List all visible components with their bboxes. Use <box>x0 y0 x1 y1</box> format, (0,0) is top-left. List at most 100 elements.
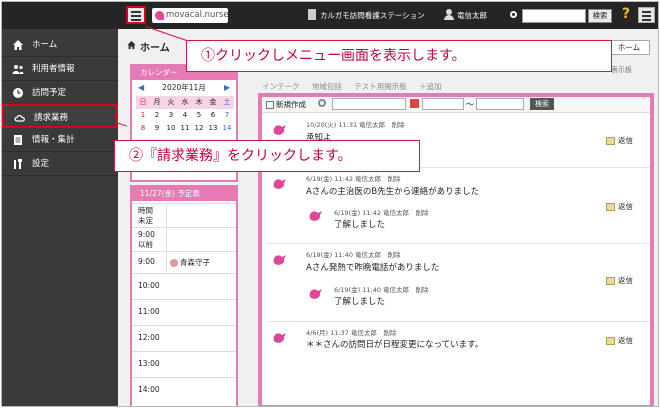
schedule-row[interactable]: 9:00 青森守子 <box>132 251 236 273</box>
sidebar-item-home[interactable]: ホーム <box>2 33 118 57</box>
schedule-time: 11:00 <box>138 307 160 316</box>
post-meta-text: 10/20(火) 11:31 竜信太郎 <box>306 121 386 129</box>
tab-intake[interactable]: インテーク <box>262 82 300 91</box>
tab-test-board[interactable]: テスト用掲示板 <box>354 82 407 91</box>
delete-link[interactable]: 削除 <box>383 329 396 337</box>
post-divider <box>268 321 650 322</box>
user-icon <box>444 9 454 20</box>
calendar-day[interactable]: 9 <box>150 122 164 135</box>
secondary-menu-button[interactable] <box>638 7 655 23</box>
calendar-day[interactable]: 13 <box>206 122 220 135</box>
delete-link[interactable]: 削除 <box>388 175 401 183</box>
weekday-label: 土 <box>220 96 234 109</box>
keyword-input[interactable] <box>332 98 406 110</box>
reply-button[interactable]: 返信 <box>606 135 633 146</box>
schedule-row[interactable]: 9:00 以前 <box>132 227 236 251</box>
calendar-day[interactable]: 5 <box>192 109 206 122</box>
list-icon-line <box>642 19 651 21</box>
sidebar-item-label: 情報・集計 <box>32 135 75 145</box>
delete-link[interactable]: 削除 <box>392 121 405 129</box>
reply-icon <box>606 277 615 285</box>
calendar-day[interactable]: 4 <box>178 109 192 122</box>
hamburger-icon-line <box>131 15 141 17</box>
post-meta-text: 6/19(金) 11:40 竜信太郎 <box>306 251 382 259</box>
schedule-time: 13:00 <box>138 359 160 368</box>
board-label: 表示板 <box>611 66 632 74</box>
global-search-button[interactable]: 検索 <box>588 9 612 23</box>
brand-logo[interactable]: movacal.nurse <box>152 8 229 23</box>
schedule-time: 9:00 <box>138 257 155 266</box>
post-meta-text: 4/6(月) 11:37 竜信太郎 <box>306 329 377 337</box>
brand-name: movacal.nurse <box>166 10 229 20</box>
tab-community[interactable]: 地域包括 <box>312 82 342 91</box>
schedule-row[interactable]: 時間 未定 <box>132 203 236 227</box>
date-to-input[interactable] <box>476 98 524 110</box>
home-button[interactable]: ホーム <box>608 40 650 55</box>
calendar-day[interactable]: 2 <box>150 109 164 122</box>
calendar-day[interactable]: 3 <box>164 109 178 122</box>
user-icon-body <box>444 15 454 20</box>
document-icon <box>14 135 22 145</box>
calendar-day[interactable]: 11 <box>178 122 192 135</box>
schedule-row[interactable]: 10:00 <box>132 273 236 299</box>
delete-link[interactable]: 削除 <box>416 209 429 217</box>
schedule-divider <box>166 252 167 273</box>
post-meta: 6/19(金) 11:42 竜信太郎 削除 <box>306 173 401 183</box>
calendar-day[interactable]: 7 <box>220 109 234 122</box>
hamburger-icon <box>131 11 141 13</box>
sidebar-item-visit-schedule[interactable]: 訪問予定 <box>2 81 118 105</box>
post-meta-text: 6/19(金) 11:42 竜信太郎 <box>306 175 382 183</box>
calendar-day[interactable]: 12 <box>192 122 206 135</box>
new-post-button[interactable]: 新規作成 <box>266 99 306 110</box>
bird-avatar-icon <box>273 255 286 265</box>
schedule-row[interactable]: 11:00 <box>132 299 236 325</box>
callout-step-1: ①クリックしメニュー画面を表示します。 <box>186 40 612 72</box>
calendar-day[interactable]: 8 <box>136 122 150 135</box>
calendar-day[interactable]: 14 <box>220 122 234 135</box>
post-meta: 4/6(月) 11:37 竜信太郎 削除 <box>306 327 396 337</box>
schedule-row[interactable]: 14:00 <box>132 377 236 405</box>
patient-icon <box>170 259 178 267</box>
global-search-input[interactable] <box>522 9 586 23</box>
schedule-time: 14:00 <box>138 385 160 394</box>
calendar-day[interactable]: 1 <box>136 109 150 122</box>
search-icon <box>510 11 517 18</box>
delete-link[interactable]: 削除 <box>388 251 401 259</box>
sidebar-item-label: 訪問予定 <box>32 88 67 98</box>
hamburger-menu-button[interactable] <box>126 6 146 24</box>
help-icon[interactable]: ? <box>622 6 630 22</box>
reply-meta: 6/19(金) 11:40 竜信太郎 削除 <box>334 284 429 294</box>
building-icon <box>308 9 316 20</box>
bird-avatar-icon <box>273 179 286 189</box>
sidebar-item-billing[interactable]: 請求業務 <box>2 104 118 128</box>
tab-add[interactable]: ＋追加 <box>419 82 442 91</box>
bird-avatar-icon <box>273 333 286 343</box>
calendar-day[interactable]: 10 <box>164 122 178 135</box>
reply-meta-text: 6/19(金) 11:40 竜信太郎 <box>334 286 410 294</box>
post-meta: 6/19(金) 11:40 竜信太郎 削除 <box>306 249 401 259</box>
sidebar: ホーム 利用者情報 訪問予定 請求業務 情報・集計 設定 <box>2 29 118 406</box>
schedule-row[interactable]: 12:00 <box>132 325 236 351</box>
reply-button[interactable]: 返信 <box>606 275 633 286</box>
schedule-event-name: 青森守子 <box>180 258 210 267</box>
schedule-panel: 11/27(金) 予定表 時間 未定 9:00 以前 9:00 青森守子 10:… <box>130 185 238 406</box>
next-month-icon[interactable]: ▶ <box>224 83 230 92</box>
sidebar-item-reports[interactable]: 情報・集計 <box>2 128 118 152</box>
date-range-separator: 〜 <box>466 100 474 109</box>
date-from-input[interactable] <box>422 98 464 110</box>
reply-button[interactable]: 返信 <box>606 201 633 212</box>
calendar-week-row: 8 9 10 11 12 13 14 <box>136 122 234 135</box>
cloud-icon <box>14 115 25 122</box>
reply-button[interactable]: 返信 <box>606 335 633 346</box>
delete-link[interactable]: 削除 <box>416 286 429 294</box>
schedule-event[interactable]: 青森守子 <box>170 257 210 268</box>
calendar-icon[interactable] <box>410 99 419 108</box>
calendar-day[interactable]: 6 <box>206 109 220 122</box>
current-user-name[interactable]: 竜信太郎 <box>457 10 487 21</box>
board-search-button[interactable]: 検索 <box>530 98 554 110</box>
sidebar-item-settings[interactable]: 設定 <box>2 152 118 176</box>
schedule-row[interactable]: 13:00 <box>132 351 236 377</box>
weekday-label: 金 <box>206 96 220 109</box>
board-post: 6/19(金) 11:42 竜信太郎 削除 Aさんの主治医のB先生から連絡があり… <box>270 171 650 241</box>
sidebar-item-users[interactable]: 利用者情報 <box>2 57 118 81</box>
